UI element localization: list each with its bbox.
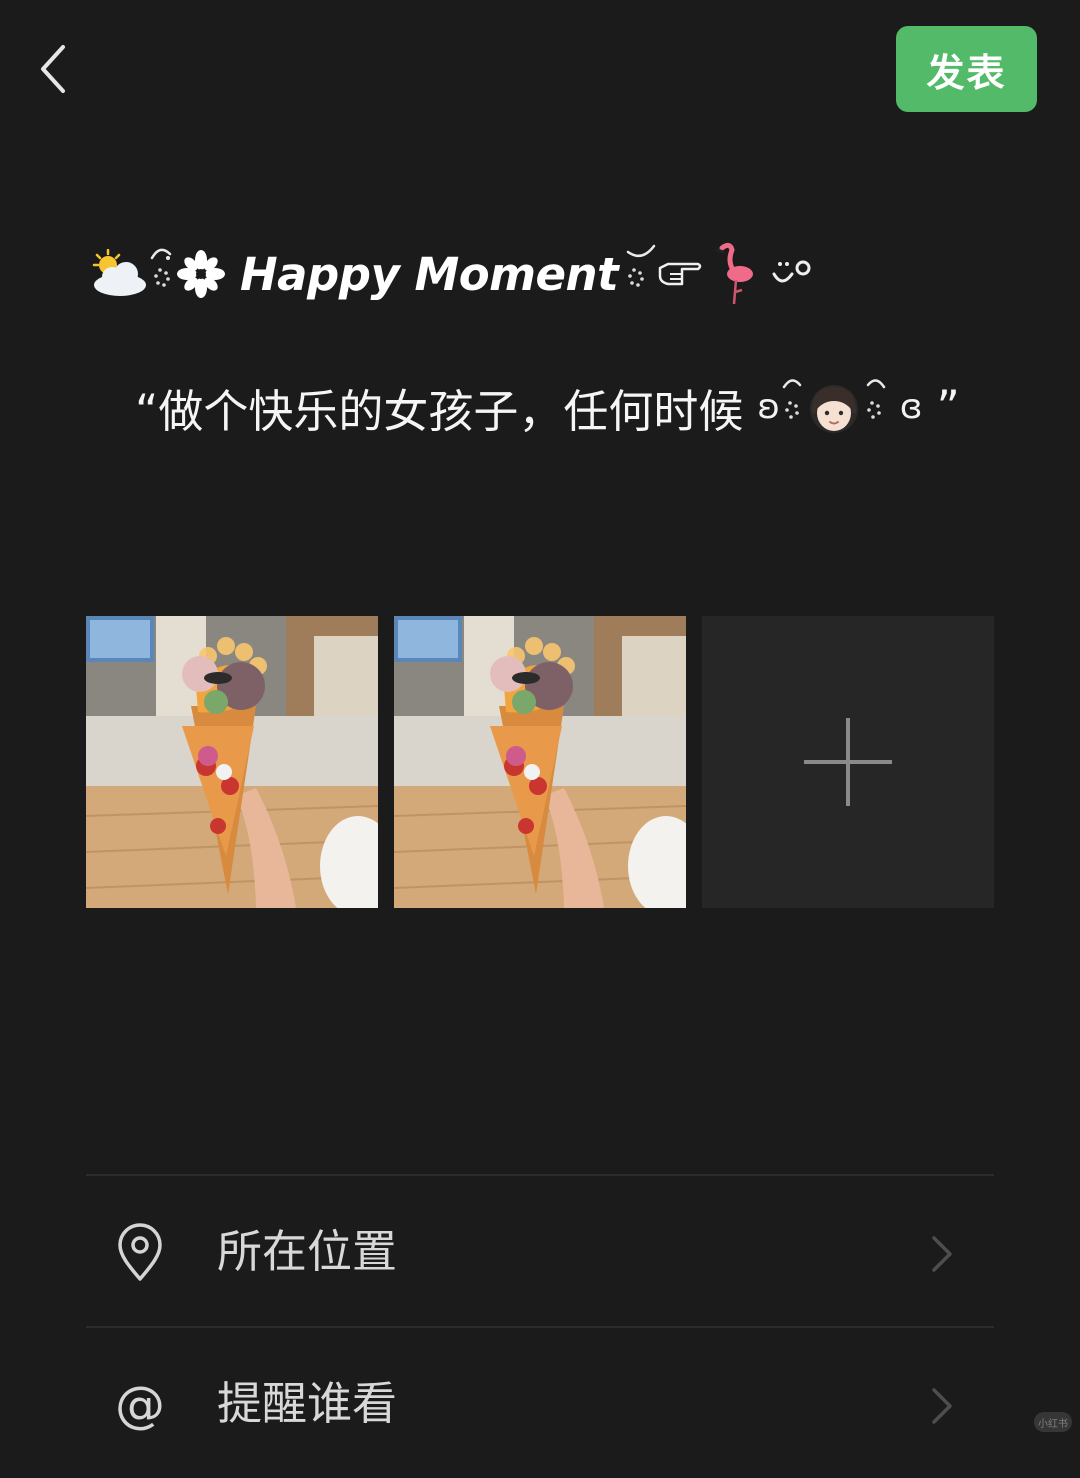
post-title-text: Happy Moment: [240, 247, 619, 301]
dotted-arc-decoration: [148, 244, 176, 304]
plus-icon: [804, 718, 892, 806]
quote-decor-left: ʚ: [757, 387, 780, 427]
dotted-arc-decoration: [624, 244, 658, 304]
chevron-left-icon: [41, 45, 65, 93]
post-quote-text: “做个快乐的女孩子，任何时候: [135, 384, 744, 438]
dotted-arc-decoration: [862, 377, 888, 437]
photo-thumbnail[interactable]: [394, 616, 686, 908]
back-button[interactable]: [30, 38, 78, 100]
location-option[interactable]: 所在位置: [86, 1176, 994, 1326]
girl-face-icon: [806, 379, 862, 435]
photo-thumbnail[interactable]: [86, 616, 378, 908]
location-pin-icon: [112, 1223, 168, 1283]
post-title: Happy Moment: [90, 238, 814, 310]
flamingo-icon: [712, 242, 756, 306]
post-quote: “做个快乐的女孩子，任何时候 ʚ ɞ ”: [135, 372, 960, 442]
dotted-arc-decoration: [780, 377, 806, 437]
pointing-hand-icon: [658, 254, 702, 294]
sun-behind-cloud-icon: [90, 249, 148, 299]
mention-label: 提醒谁看: [217, 1377, 398, 1430]
add-photo-button[interactable]: [702, 616, 994, 908]
publish-button[interactable]: 发表: [896, 26, 1037, 112]
location-label: 所在位置: [217, 1225, 398, 1278]
chevron-right-icon: [932, 1236, 952, 1272]
sparkle-flower-icon: [176, 249, 226, 299]
quote-decor-right: ɞ: [899, 387, 923, 427]
at-icon: @: [115, 1376, 165, 1434]
smile-face-decoration: [770, 252, 814, 296]
watermark-badge: 小红书: [1034, 1412, 1072, 1432]
mention-option[interactable]: @ 提醒谁看: [86, 1328, 994, 1478]
quote-close-mark: ”: [936, 380, 960, 434]
chevron-right-icon: [932, 1388, 952, 1424]
